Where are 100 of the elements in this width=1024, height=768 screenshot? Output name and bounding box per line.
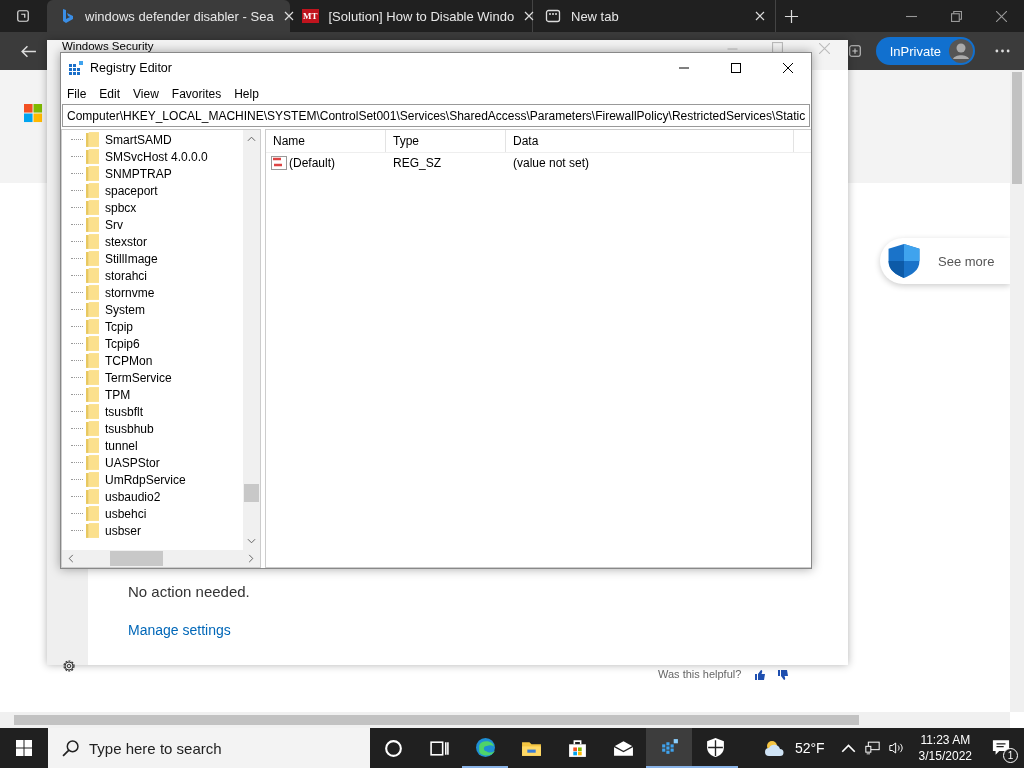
tree-item[interactable]: tunnel	[105, 438, 138, 453]
folder-icon	[86, 319, 99, 334]
folder-icon	[86, 438, 99, 453]
new-tab-page-icon	[545, 8, 561, 24]
tree-item[interactable]: SmartSAMD	[105, 132, 172, 147]
tree-item[interactable]: spaceport	[105, 183, 158, 198]
column-header[interactable]: Type	[386, 130, 506, 152]
folder-icon	[86, 149, 99, 164]
tree-item[interactable]: TCPMon	[105, 353, 153, 368]
thumbs-up-icon[interactable]	[754, 669, 766, 681]
scroll-left-icon[interactable]	[68, 554, 74, 563]
store-bag-icon	[566, 737, 588, 759]
scrollbar-thumb[interactable]	[110, 551, 163, 566]
column-header[interactable]: Data	[506, 130, 794, 152]
status-text: No action needed.	[128, 583, 250, 600]
tree-item[interactable]: spbcx	[105, 200, 137, 215]
tree-item[interactable]: UASPStor	[105, 455, 160, 470]
scrollbar-thumb[interactable]	[1012, 72, 1022, 184]
menu-item[interactable]: Favorites	[171, 86, 222, 101]
menu-item[interactable]: File	[67, 86, 87, 101]
menu-item[interactable]: Help	[234, 86, 259, 101]
folder-icon	[86, 302, 99, 317]
new-tab-icon[interactable]	[784, 8, 799, 24]
tab-actions-icon[interactable]	[16, 9, 30, 23]
tree-item[interactable]: stornvme	[105, 285, 155, 300]
tree-item[interactable]: StillImage	[105, 251, 158, 266]
tree-item[interactable]: UmRdpService	[105, 472, 186, 487]
scrollbar[interactable]	[0, 712, 1010, 728]
edge-icon	[474, 736, 496, 758]
search-icon	[62, 740, 79, 757]
menu-item[interactable]: View	[133, 86, 159, 101]
folder-icon	[86, 506, 99, 521]
tree-item[interactable]: SNMPTRAP	[105, 166, 172, 181]
circle-icon	[382, 737, 404, 759]
settings-icon[interactable]	[61, 658, 77, 674]
collections-icon[interactable]	[847, 44, 862, 58]
search-field[interactable]: Type here to search	[48, 728, 370, 768]
tab-title: [Solution] How to Disable Windo	[328, 8, 515, 24]
column-header[interactable]: Name	[266, 130, 386, 152]
folder-icon	[86, 404, 99, 419]
folder-icon	[86, 132, 99, 147]
folder-icon	[86, 183, 99, 198]
temperature[interactable]: 52°F	[794, 740, 825, 756]
scrollbar[interactable]	[62, 550, 260, 567]
scroll-down-icon[interactable]	[247, 538, 256, 544]
inprivate-button[interactable]: InPrivate	[875, 37, 975, 65]
tree-item[interactable]: System	[105, 302, 145, 317]
restore-icon[interactable]	[951, 10, 962, 22]
registry-icon	[68, 60, 84, 76]
tree-item[interactable]: stexstor	[105, 234, 147, 249]
tree-item[interactable]: Srv	[105, 217, 123, 232]
tree-item[interactable]: tsusbhub	[105, 421, 154, 436]
tree-item[interactable]: TermService	[105, 370, 172, 385]
more-icon[interactable]	[995, 49, 1010, 53]
scrollbar-thumb[interactable]	[244, 484, 259, 502]
volume-icon[interactable]	[888, 741, 904, 755]
network-icon[interactable]	[864, 741, 880, 755]
shield-icon	[704, 736, 726, 758]
folder-icon	[86, 421, 99, 436]
maximize-icon[interactable]	[730, 62, 742, 74]
tree-item[interactable]: Tcpip	[105, 319, 133, 334]
see-more-button[interactable]: See more	[880, 238, 1010, 284]
notifications-icon[interactable]	[992, 739, 1010, 756]
scrollbar[interactable]	[1010, 70, 1024, 712]
tree-item[interactable]: tsusbflt	[105, 404, 143, 419]
tree-item[interactable]: TPM	[105, 387, 131, 402]
folder-icon	[86, 353, 99, 368]
manage-settings-link[interactable]: Manage settings	[128, 622, 231, 638]
tree-item[interactable]: usbehci	[105, 506, 147, 521]
tree-item[interactable]: storahci	[105, 268, 148, 283]
folder-icon	[86, 472, 99, 487]
scrollbar[interactable]	[243, 130, 260, 550]
folder-icon	[86, 523, 99, 538]
tree-item[interactable]: usbser	[105, 523, 142, 538]
folder-icon	[86, 166, 99, 181]
clock[interactable]: 11:23 AM 3/15/2022	[918, 732, 972, 764]
site-favicon: MT	[302, 9, 319, 23]
folder-icon	[86, 387, 99, 402]
tree-item[interactable]: usbaudio2	[105, 489, 161, 504]
string-value-icon	[271, 156, 287, 170]
address-field[interactable]: Computer\HKEY_LOCAL_MACHINE\SYSTEM\ControlSet001\Services\SharedAccess\Parameters\FirewallPolicy\RestrictedServices\Static	[62, 104, 810, 127]
tab-title: New tab	[571, 8, 620, 24]
shield-icon	[888, 244, 920, 278]
close-icon[interactable]	[782, 62, 794, 74]
windows-start-icon[interactable]	[16, 740, 32, 756]
folder-icon	[86, 234, 99, 249]
folder-icon	[86, 285, 99, 300]
thumbs-down-icon[interactable]	[777, 669, 789, 681]
menu-item[interactable]: Edit	[99, 86, 121, 101]
tree-item[interactable]: SMSvcHost 4.0.0.0	[105, 149, 208, 164]
notification-badge: 1	[1003, 748, 1018, 763]
scroll-right-icon[interactable]	[248, 554, 254, 563]
folder-icon	[86, 455, 99, 470]
folder-icon	[86, 336, 99, 351]
folder-icon	[86, 489, 99, 504]
scroll-up-icon[interactable]	[247, 136, 256, 142]
chevron-up-icon[interactable]	[840, 741, 856, 755]
tree-item[interactable]: Tcpip6	[105, 336, 140, 351]
scrollbar-thumb[interactable]	[14, 715, 859, 725]
value-type: REG_SZ	[392, 156, 442, 170]
